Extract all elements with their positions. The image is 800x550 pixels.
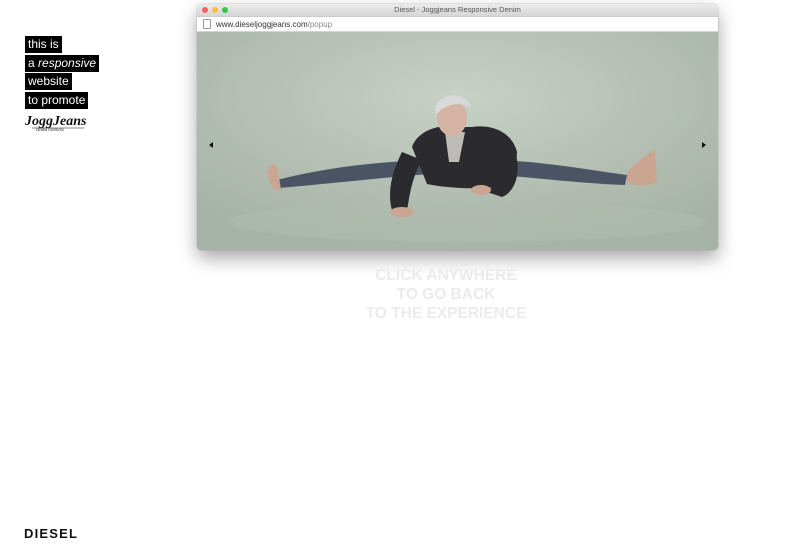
cta-line-3: TO THE EXPERIENCE — [365, 305, 527, 322]
go-back-cta[interactable]: CLICK ANYWHERE TO GO BACK TO THE EXPERIE… — [346, 266, 546, 323]
maximize-window-icon[interactable] — [222, 7, 228, 13]
address-bar[interactable]: www.dieseljoggjeans.com/popup — [197, 16, 718, 32]
svg-text:DENIM DIVISION: DENIM DIVISION — [36, 128, 64, 132]
minimize-window-icon[interactable] — [212, 7, 218, 13]
model-photo — [197, 32, 718, 250]
tagline-emphasis: responsive — [38, 55, 97, 70]
window-title: Diesel - Joggjeans Responsive Denim — [394, 5, 521, 14]
close-window-icon[interactable] — [202, 7, 208, 13]
tagline-line-4: to promote — [25, 91, 89, 109]
browser-titlebar: Diesel - Joggjeans Responsive Denim — [197, 4, 718, 16]
model-in-splits-photo — [197, 32, 718, 250]
carousel-prev-icon[interactable] — [209, 142, 213, 148]
url-path: /popup — [307, 19, 333, 29]
tagline-line-1: this is — [25, 36, 62, 53]
tagline-line-3: website — [25, 73, 72, 90]
cta-line-1: CLICK ANYWHERE — [375, 267, 517, 284]
page-icon — [203, 19, 211, 29]
tagline: this is a responsive website to promote — [25, 35, 100, 109]
svg-text:JoggJeans: JoggJeans — [24, 114, 87, 129]
carousel-next-icon[interactable] — [702, 142, 706, 148]
browser-window: Diesel - Joggjeans Responsive Denim www.… — [197, 4, 718, 250]
tagline-line-2: a responsive — [25, 54, 100, 72]
joggjeans-logo[interactable]: JoggJeans DENIM DIVISION — [24, 112, 90, 134]
cta-line-2: TO GO BACK — [396, 286, 496, 303]
url-domain: www.dieseljoggjeans.com — [216, 19, 308, 29]
diesel-logo[interactable]: DIESEL — [24, 526, 78, 541]
